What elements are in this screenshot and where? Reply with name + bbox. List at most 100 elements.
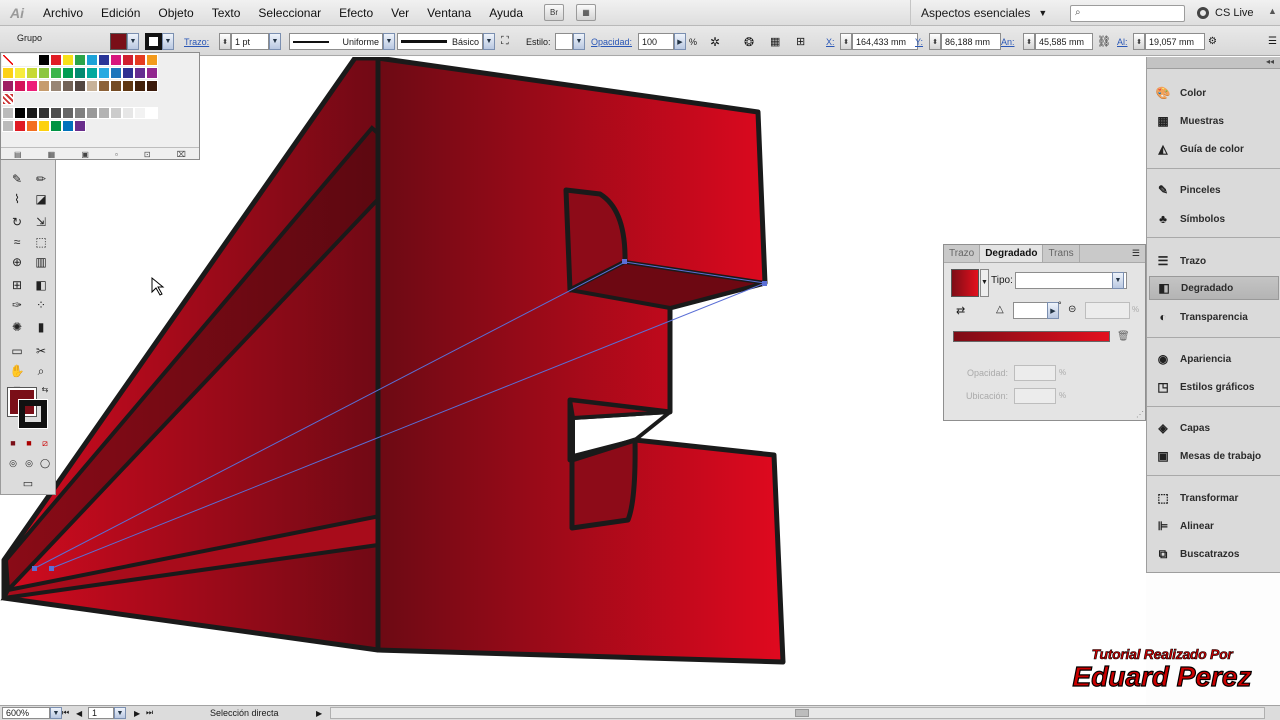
swatch[interactable] (38, 80, 50, 92)
tab-transparency[interactable]: Trans (1043, 245, 1080, 262)
swatch[interactable] (74, 54, 86, 66)
gradient-preview[interactable] (951, 269, 979, 297)
draw-inside-icon[interactable]: ◯ (35, 454, 55, 472)
swatch[interactable] (74, 67, 86, 79)
swatch-none[interactable] (2, 54, 14, 66)
dock-item-pathfinder[interactable]: ⧉ Buscatrazos (1149, 542, 1279, 566)
menu-edicion[interactable]: Edición (92, 0, 149, 26)
blob-brush-icon[interactable]: ⌇ (7, 190, 27, 208)
isolate-icon[interactable]: ❂ (744, 33, 754, 50)
artboard-dropdown[interactable]: ▼ (114, 707, 126, 719)
mesh-icon[interactable]: ⊞ (7, 276, 27, 294)
eyedropper-icon[interactable]: ✑ (7, 296, 27, 314)
menu-efecto[interactable]: Efecto (330, 0, 382, 26)
hand-icon[interactable]: ✋ (7, 362, 27, 380)
swatch[interactable] (122, 54, 134, 66)
warp-icon[interactable]: ≈ (7, 233, 27, 251)
dock-item-color[interactable]: 🎨 Color (1149, 81, 1279, 105)
y-stepper[interactable]: ⬍ (929, 33, 941, 50)
swatch[interactable] (38, 54, 50, 66)
swatch[interactable] (14, 67, 26, 79)
shape-builder-icon[interactable]: ⊕ (7, 253, 27, 271)
swatch[interactable] (134, 107, 146, 119)
align-options-icon[interactable]: ▦ (770, 33, 780, 50)
dock-item-graphic-styles[interactable]: ◳ Estilos gráficos (1149, 375, 1279, 399)
x-stepper[interactable]: ⬍ (840, 33, 852, 50)
zoom-icon[interactable]: ⌕ (31, 362, 51, 380)
swatch[interactable] (110, 107, 122, 119)
swatch[interactable] (62, 120, 74, 132)
swatch[interactable] (74, 80, 86, 92)
width-stepper[interactable]: ⬍ (1023, 33, 1035, 50)
dock-item-brushes[interactable]: ✎ Pinceles (1149, 178, 1279, 202)
swatch[interactable] (62, 80, 74, 92)
new-swatch-icon[interactable]: ⊡ (144, 150, 151, 159)
arrange-documents-button[interactable]: ▦ (576, 4, 597, 21)
artboard-number-field[interactable]: 1 (88, 707, 114, 719)
gradient-slider[interactable] (953, 331, 1110, 342)
constrain-link-icon[interactable]: ⛓ (1097, 33, 1111, 50)
gradient-type-select[interactable] (1015, 272, 1127, 289)
x-field[interactable]: 164,433 mm (852, 33, 918, 50)
delete-stop-icon[interactable]: 🗑 (1117, 331, 1130, 342)
pencil-icon[interactable]: ✏ (31, 170, 51, 188)
window-controls[interactable]: ▲ (1268, 6, 1277, 16)
horizontal-scrollbar[interactable] (330, 707, 1265, 719)
column-graph-icon[interactable]: ▮ (31, 318, 51, 336)
dock-item-gradient[interactable]: ◧ Degradado (1149, 276, 1279, 300)
swatch[interactable] (134, 54, 146, 66)
dock-item-artboards[interactable]: ▣ Mesas de trabajo (1149, 444, 1279, 468)
delete-swatch-icon[interactable]: ⌧ (177, 150, 186, 159)
swatch[interactable] (26, 67, 38, 79)
stroke-weight-field[interactable]: 1 pt (231, 33, 269, 50)
blend-icon[interactable]: ⁘ (31, 296, 51, 314)
recolor-icon[interactable]: ✲ (710, 33, 720, 50)
gradient-tool-icon[interactable]: ◧ (31, 276, 51, 294)
swatch[interactable] (122, 67, 134, 79)
swatch[interactable] (50, 67, 62, 79)
gradient-type-dropdown[interactable]: ▼ (1112, 272, 1124, 289)
swatch[interactable] (146, 107, 158, 119)
fill-color-swatch[interactable] (110, 33, 127, 50)
opacity-label[interactable]: Opacidad: (591, 33, 632, 50)
scroll-thumb[interactable] (795, 709, 809, 717)
dock-item-stroke[interactable]: ☰ Trazo (1149, 249, 1279, 273)
swatch[interactable] (62, 107, 74, 119)
swatch-folder-icon[interactable] (2, 120, 14, 132)
screen-mode-icon[interactable]: ▭ (17, 474, 39, 492)
dock-item-transform[interactable]: ⬚ Transformar (1149, 486, 1279, 510)
stroke-label[interactable]: Trazo: (184, 33, 209, 50)
swatch[interactable] (110, 80, 122, 92)
dock-collapse-icon[interactable]: ◂◂ (1147, 57, 1280, 69)
artboard-icon[interactable]: ▭ (7, 342, 27, 360)
resize-grip-icon[interactable]: ⋰ (1136, 410, 1144, 419)
x-label[interactable]: X: (826, 33, 835, 50)
height-label[interactable]: Al: (1117, 33, 1128, 50)
height-field[interactable]: 19,057 mm (1145, 33, 1205, 50)
swatch[interactable] (146, 67, 158, 79)
reverse-gradient-icon[interactable]: ⇄ (956, 304, 965, 317)
swatch[interactable] (146, 54, 158, 66)
swatch[interactable] (86, 67, 98, 79)
swatch[interactable] (14, 120, 26, 132)
dock-item-align[interactable]: ⊫ Alinear (1149, 514, 1279, 538)
swatch[interactable] (50, 80, 62, 92)
fill-dropdown[interactable]: ▼ (127, 33, 139, 50)
width-label[interactable]: An: (1001, 33, 1015, 50)
menu-texto[interactable]: Texto (203, 0, 250, 26)
last-artboard-button[interactable]: ⏭ (146, 707, 153, 719)
new-color-group-icon[interactable]: ▫ (115, 150, 118, 159)
swatch-registration[interactable] (14, 54, 26, 66)
swatch[interactable] (38, 107, 50, 119)
swatch-folder-icon[interactable] (2, 107, 14, 119)
swatch-options-icon[interactable]: ▣ (81, 150, 89, 159)
swatch[interactable] (2, 67, 14, 79)
swatch[interactable] (122, 80, 134, 92)
menu-ayuda[interactable]: Ayuda (480, 0, 532, 26)
eraser-icon[interactable]: ◪ (31, 190, 51, 208)
swatch[interactable] (98, 107, 110, 119)
swatch[interactable] (26, 54, 38, 66)
stroke-color-box[interactable] (18, 399, 48, 429)
dock-item-swatches[interactable]: ▦ Muestras (1149, 109, 1279, 133)
stroke-color-swatch[interactable] (145, 33, 162, 50)
